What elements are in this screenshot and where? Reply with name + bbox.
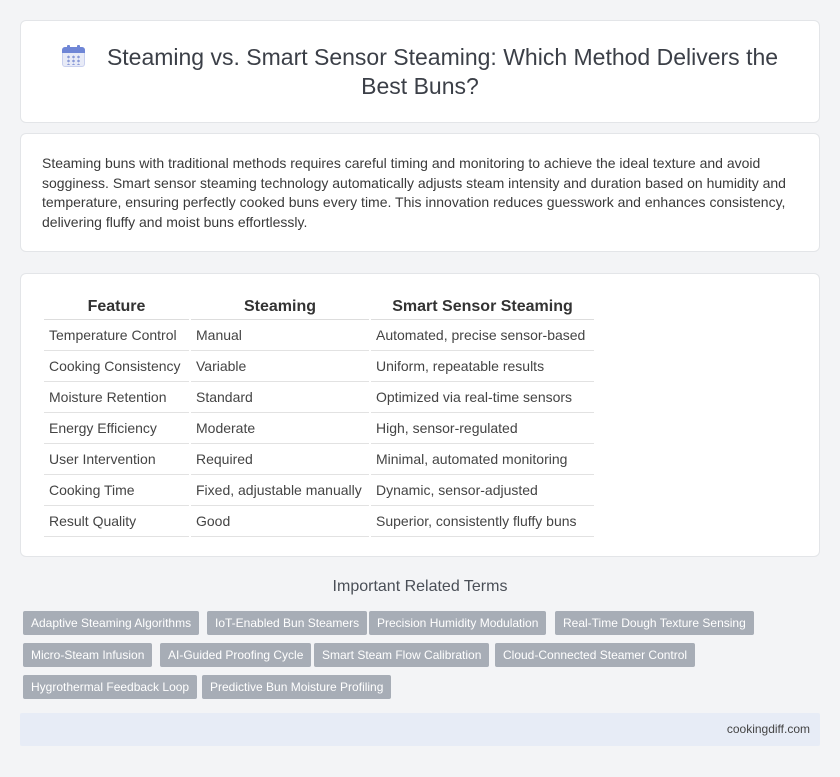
table-cell: Optimized via real-time sensors — [371, 382, 594, 413]
table-cell: Required — [191, 444, 369, 475]
table-cell: Energy Efficiency — [44, 413, 189, 444]
table-row: Moisture Retention Standard Optimized via … — [44, 382, 594, 413]
footer-site[interactable]: cookingdiff.com — [727, 722, 810, 736]
related-terms-heading: Important Related Terms — [332, 578, 508, 595]
table-row: Cooking Consistency Variable Uniform, repe… — [44, 351, 594, 382]
table-cell: Result Quality — [44, 506, 189, 537]
table-cell: Cooking Time — [44, 475, 189, 506]
footer: cookingdiff.com — [20, 713, 820, 746]
table-cell: Moderate — [191, 413, 369, 444]
page-title: Steaming vs. Smart Sensor Steaming: Whic… — [106, 44, 779, 99]
page-title-row: Steaming vs. Smart Sensor Steaming: Whic… — [21, 43, 819, 101]
table-cell: Manual — [191, 320, 369, 351]
table-body: Temperature Control Manual Automated, prec… — [44, 320, 594, 537]
table-cell: Variable — [191, 351, 369, 382]
table-cell: Moisture Retention — [44, 382, 189, 413]
comparison-card: Feature Steaming Smart Sensor Steaming T… — [20, 273, 820, 557]
intro-card: Steaming buns with traditional methods r… — [20, 133, 820, 252]
table-cell: Cooking Consistency — [44, 351, 189, 382]
related-term-tag[interactable]: Precision Humidity Modulation — [369, 611, 547, 635]
related-term-tag[interactable]: IoT-Enabled Bun Steamers — [207, 611, 368, 635]
table-cell: Temperature Control — [44, 320, 189, 351]
table-cell: Minimal, automated monitoring — [371, 444, 594, 475]
table-row: Energy Efficiency Moderate High, sensor-re… — [44, 413, 594, 444]
table-cell: Uniform, repeatable results — [371, 351, 594, 382]
related-term-tag[interactable]: Predictive Bun Moisture Profiling — [202, 675, 392, 699]
table-cell: User Intervention — [44, 444, 189, 475]
table-row: Cooking Time Fixed, adjustable manually Dy… — [44, 475, 594, 506]
related-term-tag[interactable]: Adaptive Steaming Algorithms — [23, 611, 200, 635]
column-header: Steaming — [191, 296, 369, 320]
related-term-tag[interactable]: AI-Guided Proofing Cycle — [160, 643, 312, 667]
related-term-tag[interactable]: Hygrothermal Feedback Loop — [23, 675, 198, 699]
related-term-tag[interactable]: Cloud-Connected Steamer Control — [495, 643, 696, 667]
title-card: Steaming vs. Smart Sensor Steaming: Whic… — [20, 20, 820, 123]
intro-paragraph: Steaming buns with traditional methods r… — [42, 155, 786, 230]
table-header-row: Feature Steaming Smart Sensor Steaming — [44, 296, 594, 320]
column-header: Feature — [44, 296, 189, 320]
related-term-tag[interactable]: Micro-Steam Infusion — [23, 643, 153, 667]
column-header: Smart Sensor Steaming — [371, 296, 594, 320]
calendar-icon — [61, 45, 85, 67]
related-term-tag[interactable]: Smart Steam Flow Calibration — [314, 643, 490, 667]
table-cell: Good — [191, 506, 369, 537]
table-row: User Intervention Required Minimal, automa… — [44, 444, 594, 475]
table-cell: Superior, consistently fluffy buns — [371, 506, 594, 537]
related-term-tag[interactable]: Real-Time Dough Texture Sensing — [555, 611, 754, 635]
table-cell: Dynamic, sensor-adjusted — [371, 475, 594, 506]
table-cell: Standard — [191, 382, 369, 413]
comparison-table: Feature Steaming Smart Sensor Steaming T… — [42, 296, 596, 537]
table-cell: High, sensor-regulated — [371, 413, 594, 444]
table-row: Temperature Control Manual Automated, prec… — [44, 320, 594, 351]
table-cell: Automated, precise sensor-based — [371, 320, 594, 351]
table-row: Result Quality Good Superior, consistently… — [44, 506, 594, 537]
table-cell: Fixed, adjustable manually — [191, 475, 369, 506]
